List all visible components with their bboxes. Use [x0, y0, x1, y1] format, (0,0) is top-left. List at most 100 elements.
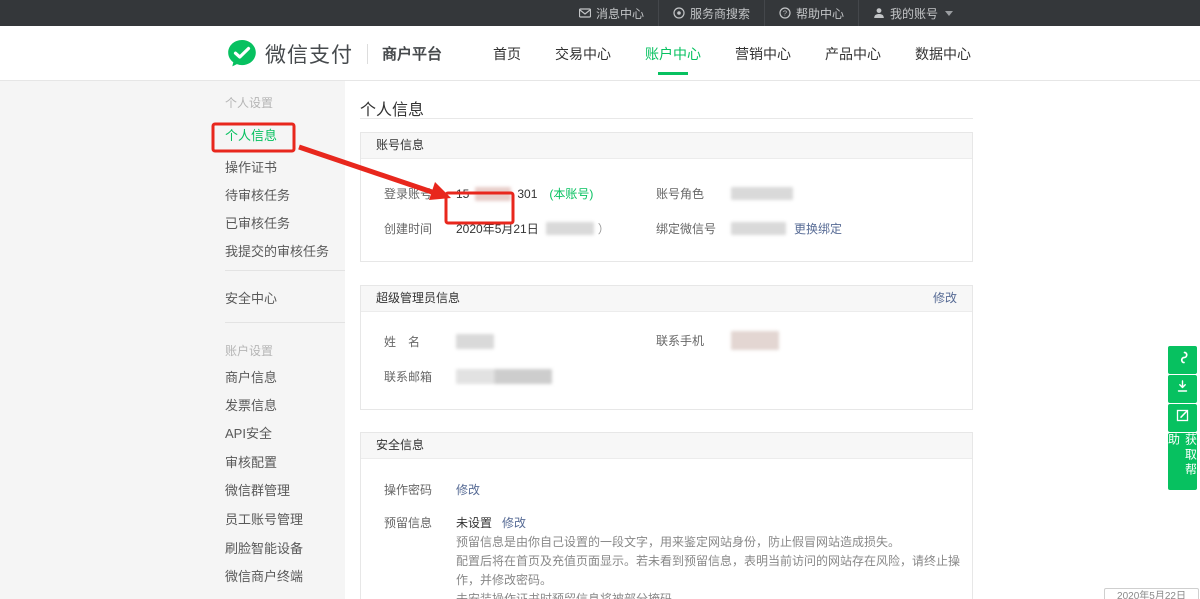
wechat-pay-logo-icon	[227, 39, 257, 69]
redacted-created-extra	[546, 222, 594, 235]
brand-name: 微信支付	[265, 39, 353, 69]
admin-info-card: 超级管理员信息 修改 姓 名 联系手机 联系邮箱	[360, 285, 973, 410]
created-date-text: 2020年5月21日	[456, 220, 539, 237]
desc-line: 预留信息是由你自己设置的一段文字，用来鉴定网站身份，防止假冒网站造成损失。	[456, 533, 971, 552]
admin-phone-field: 联系手机	[656, 331, 779, 350]
bound-wechat-label: 绑定微信号	[656, 220, 731, 237]
reserve-edit-link[interactable]: 修改	[502, 514, 526, 531]
created-time-label: 创建时间	[384, 220, 456, 237]
security-info-body: 操作密码 修改 预留信息 未设置 修改 预留信息是由你自己设置的一段文字，用来鉴…	[361, 459, 972, 599]
change-binding-link[interactable]: 更换绑定	[794, 220, 842, 237]
sidebar-group-account-settings: 账户设置	[225, 345, 345, 357]
topbar-item-sp-search[interactable]: 服务商搜索	[658, 0, 764, 26]
header: 微信支付 商户平台 首页 交易中心 账户中心 营销中心 产品中心 数据中心	[0, 26, 1200, 81]
topbar-item-label: 服务商搜索	[690, 5, 750, 22]
page-title: 个人信息	[360, 81, 973, 118]
security-info-card: 安全信息 操作密码 修改 预留信息 未设置 修改 预留信息是由你自己设置的一段文…	[360, 432, 973, 599]
nav-marketing-center[interactable]: 营销中心	[733, 26, 793, 82]
contact-service-button[interactable]	[1168, 346, 1197, 374]
search-icon	[673, 7, 685, 19]
redacted-wechat-id	[731, 222, 786, 235]
nav-data-center[interactable]: 数据中心	[913, 26, 973, 82]
topbar-item-label: 消息中心	[596, 5, 644, 22]
topbar-item-label: 我的账号	[890, 5, 938, 22]
brand: 微信支付 商户平台	[227, 26, 442, 81]
sidebar-item-review-config[interactable]: 审核配置	[225, 456, 345, 469]
reserve-info-field: 预留信息 未设置 修改	[384, 514, 526, 531]
brand-divider	[367, 44, 368, 64]
current-account-tag: (本账号)	[549, 185, 593, 202]
created-time-value: 2020年5月21日 ）	[456, 220, 610, 237]
topbar-item-messages[interactable]: 消息中心	[565, 0, 658, 26]
portal-name: 商户平台	[382, 43, 442, 64]
sidebar-item-api-security[interactable]: API安全	[225, 427, 345, 440]
merchant-platform-page: 消息中心 服务商搜索 ? 帮助中心 我的账号 微信支付 商户	[0, 0, 1200, 599]
download-button[interactable]	[1168, 375, 1197, 403]
sidebar-item-wechat-group-mgmt[interactable]: 微信群管理	[225, 484, 345, 497]
redacted-account-role	[731, 187, 793, 200]
reserve-info-description: 预留信息是由你自己设置的一段文字，用来鉴定网站身份，防止假冒网站造成损失。 配置…	[456, 533, 971, 599]
admin-name-field: 姓 名	[384, 333, 494, 350]
login-account-field: 登录账号 15301 (本账号)	[384, 185, 593, 202]
nav-product-center[interactable]: 产品中心	[823, 26, 883, 82]
redacted-login-middle	[475, 187, 511, 201]
sidebar-group-personal-settings: 个人设置	[225, 97, 345, 109]
admin-info-header: 超级管理员信息 修改	[361, 286, 972, 312]
redacted-admin-email	[456, 369, 552, 384]
sidebar-item-merchant-info[interactable]: 商户信息	[225, 371, 345, 384]
login-account-label: 登录账号	[384, 185, 456, 202]
topbar: 消息中心 服务商搜索 ? 帮助中心 我的账号	[0, 0, 1200, 26]
sidebar-item-operation-cert[interactable]: 操作证书	[225, 161, 345, 174]
hook-icon	[1175, 350, 1190, 370]
admin-phone-label: 联系手机	[656, 332, 731, 349]
created-time-field: 创建时间 2020年5月21日 ）	[384, 220, 610, 237]
admin-name-label: 姓 名	[384, 333, 456, 350]
account-role-label: 账号角色	[656, 185, 731, 202]
download-icon	[1175, 379, 1190, 399]
edit-icon	[1175, 408, 1190, 428]
topbar-item-help-center[interactable]: ? 帮助中心	[764, 0, 858, 26]
sidebar-item-personal-info[interactable]: 个人信息	[225, 129, 345, 142]
sidebar-item-invoice-info[interactable]: 发票信息	[225, 399, 345, 412]
reserve-info-value: 未设置	[456, 514, 492, 531]
desc-line: 配置后将在首页及充值页面显示。若未看到预留信息，表明当前访问的网站存在风险，请终…	[456, 552, 971, 590]
login-account-suffix: 301	[517, 187, 537, 201]
sidebar-item-reviewed[interactable]: 已审核任务	[225, 217, 345, 230]
nav-home[interactable]: 首页	[491, 26, 523, 82]
bound-wechat-field: 绑定微信号 更换绑定	[656, 220, 842, 237]
get-help-label: 获取帮助	[1166, 433, 1200, 490]
account-info-title: 账号信息	[376, 133, 424, 158]
date-tooltip: 2020年5月22日	[1104, 588, 1199, 599]
sidebar-item-staff-account-mgmt[interactable]: 员工账号管理	[225, 513, 345, 526]
title-divider	[360, 118, 973, 119]
redacted-admin-phone	[731, 331, 779, 350]
floating-help-widget: 获取帮助	[1168, 346, 1197, 490]
get-help-button[interactable]: 获取帮助	[1168, 433, 1197, 490]
account-info-header: 账号信息	[361, 133, 972, 159]
account-role-field: 账号角色	[656, 185, 793, 202]
redacted-admin-name	[456, 334, 494, 349]
main-content: 个人信息 账号信息 登录账号 15301 (本账号) 账号角色	[360, 81, 973, 599]
sidebar-divider	[225, 270, 345, 271]
sidebar-item-merchant-terminal[interactable]: 微信商户终端	[225, 570, 345, 583]
admin-info-title: 超级管理员信息	[376, 286, 460, 311]
main-nav: 首页 交易中心 账户中心 营销中心 产品中心 数据中心	[491, 26, 973, 81]
sidebar-item-security-center[interactable]: 安全中心	[225, 292, 345, 305]
admin-email-label: 联系邮箱	[384, 368, 456, 385]
sidebar-item-face-device[interactable]: 刷脸智能设备	[225, 542, 345, 555]
mail-icon	[579, 7, 591, 19]
account-info-card: 账号信息 登录账号 15301 (本账号) 账号角色 创建时间	[360, 132, 973, 262]
admin-edit-link[interactable]: 修改	[933, 286, 957, 311]
created-suffix: ）	[598, 220, 610, 237]
security-info-title: 安全信息	[376, 433, 424, 458]
feedback-button[interactable]	[1168, 404, 1197, 432]
admin-email-field: 联系邮箱	[384, 368, 552, 385]
password-edit-link[interactable]: 修改	[456, 481, 480, 498]
sidebar-item-my-submitted-review[interactable]: 我提交的审核任务	[225, 245, 345, 258]
nav-transaction-center[interactable]: 交易中心	[553, 26, 613, 82]
sidebar: 个人设置 个人信息 操作证书 待审核任务 已审核任务 我提交的审核任务 安全中心…	[225, 81, 345, 583]
sidebar-item-pending-review[interactable]: 待审核任务	[225, 189, 345, 202]
desc-line: 未安装操作证书时预留信息将被部分掩码。	[456, 590, 971, 599]
nav-account-center[interactable]: 账户中心	[643, 26, 703, 82]
topbar-item-my-account[interactable]: 我的账号	[858, 0, 967, 26]
